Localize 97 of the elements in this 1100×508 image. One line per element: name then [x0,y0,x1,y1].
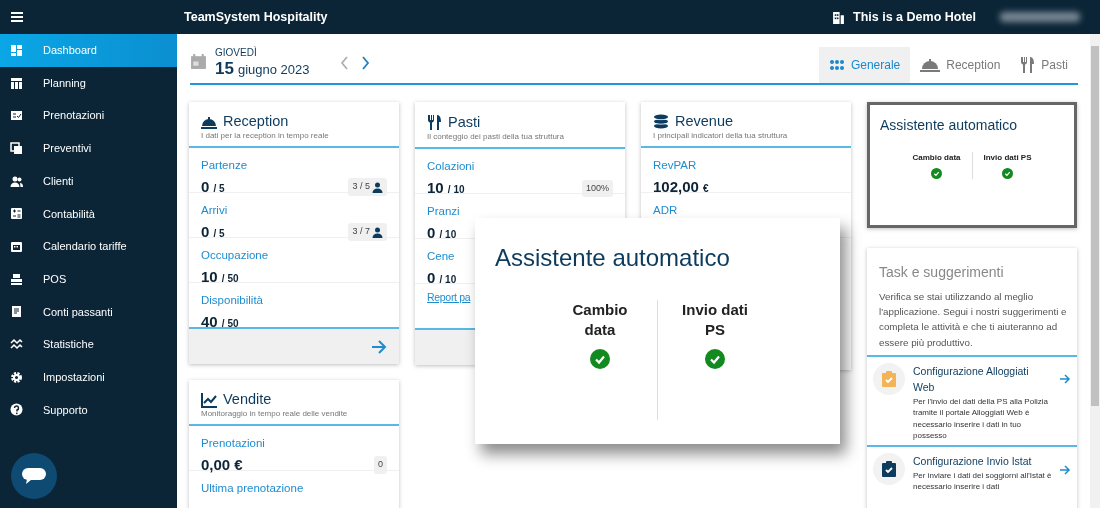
panel-title: Assistente automatico [880,116,1018,135]
metric-label: Cene [427,249,455,264]
metric-label: Ultima prenotazione [201,480,304,496]
fork-knife-icon [1020,56,1036,74]
wave-chart-icon [10,338,23,352]
card-title: Reception [223,114,289,130]
metric-label: ADR [653,202,678,218]
sidebar-item[interactable]: Calendario tariffe [0,230,177,263]
sidebar-item[interactable]: Impostazioni [0,360,177,394]
task-title: Configurazione Alloggiati Web [913,363,1030,396]
dots-grid-icon [828,58,845,72]
check-label: Invio dati PS [681,300,749,341]
building-icon [832,10,846,24]
settings-icon [10,370,23,384]
sidebar-item[interactable]: POS [0,262,177,296]
tasks-description: Verifica se stai utilizzando al meglio l'applicazione. Segui i nostri suggerimenti e completa le attività e che ti aiuteranno ad essere più produttivo. [878,290,1068,350]
people-icon [10,174,23,188]
metric-label: Pranzi [427,204,460,219]
card-subtitle: I principali indicatori della tua struttura [653,129,789,142]
card-title: Revenue [675,114,734,130]
checklist-icon [10,109,23,123]
calendar-icon [190,53,207,71]
check-label: Invio dati PS [982,152,1033,164]
metric-value: 0 / 5 [201,221,225,242]
tasks-title: Task e suggerimenti [878,263,1005,282]
metric-value: 0 / 10 [427,223,457,243]
line-chart-icon [201,391,217,408]
count-badge: 3 / 7 [348,223,387,241]
cash-register-icon [10,272,23,286]
sidebar-item[interactable]: Supporto [0,393,177,427]
person-icon [372,226,383,238]
count-badge: 3 / 5 [348,178,387,196]
day-number: 15 [215,59,234,77]
metric-label: Disponibilità [201,292,263,308]
task-title: Configurazione Invio Istat [913,454,1033,470]
receipt-icon [10,305,23,319]
check-label: Cambio data [571,300,629,341]
metric-value: 10 / 10 [427,178,465,198]
sidebar-item[interactable]: Prenotazioni [0,99,177,133]
arrow-right-icon [371,340,387,355]
chat-button[interactable] [11,453,57,499]
arrow-right-icon [1060,464,1071,475]
task-description: Per inviare i dati dei soggiorni all'Istat è necessario inserire i dati [913,469,1052,493]
speech-bubble-icon [21,466,47,486]
tab[interactable]: Generale [818,47,911,83]
task-description: Per l'invio dei dati della PS alla Polizia tramite il portale Alloggiati Web è necessario inserire i dati in tuo possesso [913,396,1049,442]
sidebar-item[interactable]: Clienti [0,164,177,198]
card-title: Pasti [448,114,481,131]
metric-value: 40 / 50 [201,311,239,332]
metric-value: 102,00 € [653,176,709,197]
metric-label: Colazioni [427,159,475,174]
arrow-right-icon [1060,374,1071,385]
metric-value: 0 / 10 [427,268,457,288]
metric-label: RevPAR [653,157,697,173]
metric-label: Prenotazioni [201,435,265,451]
card-subtitle: Monitoraggio in tempo reale delle vendite [201,407,349,420]
month-year: giugno 2023 [237,60,310,79]
coin-stack-icon [653,114,669,130]
metric-value: 0 / 5 [201,176,225,197]
calendar-icon [10,239,23,253]
metric-label: Occupazione [201,247,269,263]
table-icon [10,76,23,90]
sidebar-item[interactable]: Conti passanti [0,295,177,329]
hotel-name: This is a Demo Hotel [853,8,976,26]
help-icon [10,403,23,417]
metric-value: 10 / 50 [201,266,239,287]
blurred-user-name[interactable] [1000,12,1080,22]
app-title: TeamSystem Hospitality [184,8,328,26]
panel-title: Assistente automatico [495,243,731,273]
sidebar-item[interactable]: Contabilità [0,197,177,231]
fork-knife-icon [427,114,442,131]
scrollbar[interactable] [1090,34,1100,508]
person-icon [372,181,383,193]
sidebar-item[interactable]: Preventivi [0,132,177,165]
dashboard-icon [10,43,23,57]
check-label: Cambio data [911,152,962,164]
metric-label: Partenze [201,157,248,173]
chevron-left-icon [339,55,349,70]
metric-value: 0,00 € [201,454,243,475]
menu-icon [11,12,23,22]
metric-label: Arrivi [201,202,228,218]
sidebar-item[interactable]: Planning [0,66,177,100]
report-link[interactable]: Report pa [427,290,471,306]
weekday: GIOVEDÌ [215,45,258,60]
tab[interactable]: Pasti [1010,47,1078,83]
card-subtitle: I dati per la reception in tempo reale [201,129,330,142]
service-bell-icon [920,57,941,73]
count-badge: 100% [581,179,613,197]
count-badge: 0 [374,456,387,474]
sidebar-item[interactable]: Statistiche [0,328,177,361]
card-title: Vendite [223,391,272,408]
chevron-right-icon [360,55,370,70]
tab[interactable]: Reception [910,47,1011,83]
service-bell-icon [201,114,217,130]
copies-icon [10,141,23,155]
calculator-icon [10,207,23,221]
card-subtitle: Il conteggio dei pasti della tua struttura [427,131,565,143]
